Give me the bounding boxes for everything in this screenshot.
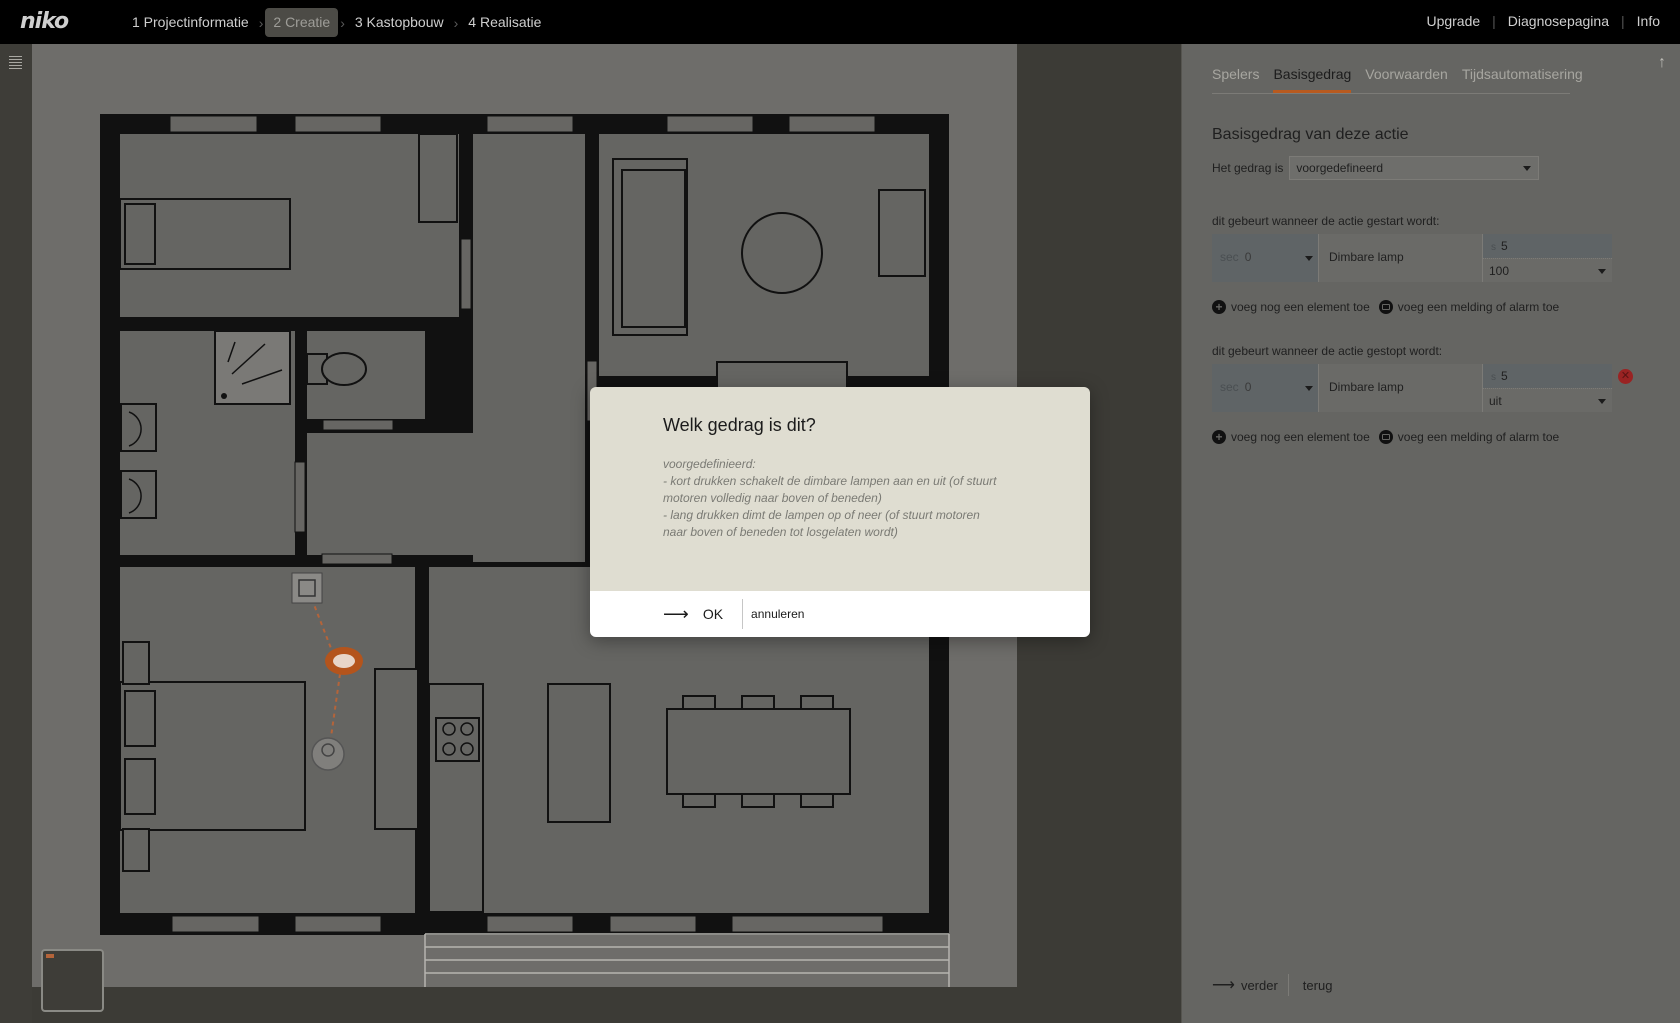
niko-logo[interactable]: niko (20, 9, 69, 34)
panel-footer-nav: ⟶ verder terug (1212, 974, 1332, 996)
stop-fade-input[interactable]: s5 (1483, 364, 1612, 388)
stop-delay-select[interactable]: sec 0 (1212, 364, 1318, 412)
chevron-right-icon: › (258, 14, 264, 31)
level-value: 100 (1489, 264, 1510, 278)
wizard-steps: 1 Projectinformatie › 2 Creatie › 3 Kast… (124, 8, 549, 37)
start-delay-select[interactable]: sec 0 (1212, 234, 1318, 282)
top-bar: niko 1 Projectinformatie › 2 Creatie › 3… (0, 0, 1680, 44)
step-projectinformatie[interactable]: 1 Projectinformatie (124, 8, 257, 37)
modal-title: Welk gedrag is dit? (663, 415, 816, 435)
s-unit: s (1491, 372, 1496, 383)
start-level-select[interactable]: 100 (1483, 258, 1612, 282)
add-element-link[interactable]: voeg nog een element toe (1231, 300, 1370, 314)
gedrag-label: Het gedrag is (1212, 161, 1284, 175)
caret-down-icon (1523, 166, 1532, 171)
left-toolbar (0, 44, 32, 1023)
tab-spelers[interactable]: Spelers (1212, 66, 1259, 93)
caret-down-icon (1598, 269, 1606, 274)
arrow-right-icon: ⟶ (663, 603, 689, 624)
upgrade-link[interactable]: Upgrade (1426, 13, 1480, 29)
behavior-info-modal: Welk gedrag is dit? voorgedefinieerd: - … (590, 387, 1090, 637)
minimap-thumbnail[interactable] (41, 949, 104, 1012)
modal-description: voorgedefinieerd: - kort drukken schakel… (663, 456, 1003, 541)
next-button[interactable]: verder (1241, 978, 1278, 993)
back-button[interactable]: terug (1303, 978, 1333, 993)
sec-unit: sec (1220, 250, 1239, 264)
start-values: s5 100 (1482, 234, 1612, 282)
plus-circle-icon[interactable]: + (1212, 300, 1226, 314)
gedrag-row: Het gedrag is voorgedefineerd (1212, 156, 1540, 180)
diagnosepagina-link[interactable]: Diagnosepagina (1508, 13, 1609, 29)
divider: | (1621, 13, 1625, 29)
modal-footer: ⟶ OK annuleren (590, 591, 1090, 637)
divider (742, 599, 744, 629)
modal-body: Welk gedrag is dit? voorgedefinieerd: - … (590, 387, 1090, 591)
list-menu-icon[interactable] (9, 56, 22, 72)
stop-device[interactable]: Dimbare lamp (1318, 364, 1482, 412)
start-action-row: sec 0 Dimbare lamp s5 100 (1212, 234, 1612, 282)
s-unit: s (1491, 242, 1496, 253)
s-value: 5 (1501, 239, 1508, 253)
ok-button[interactable]: ⟶ OK (663, 604, 723, 625)
start-fade-input[interactable]: s5 (1483, 234, 1612, 258)
step-creatie[interactable]: 2 Creatie (265, 8, 339, 37)
tab-tijdsautomatisering[interactable]: Tijdsautomatisering (1462, 66, 1583, 93)
ok-label: OK (702, 606, 724, 622)
gedrag-select[interactable]: voorgedefineerd (1289, 156, 1540, 180)
s-value: 5 (1501, 369, 1508, 383)
stop-level-select[interactable]: uit (1483, 388, 1612, 412)
start-device[interactable]: Dimbare lamp (1318, 234, 1482, 282)
top-links: Upgrade | Diagnosepagina | Info (1426, 13, 1660, 29)
modal-line: - lang drukken dimt de lampen op of neer… (663, 508, 980, 539)
panel-tabs: Spelers Basisgedrag Voorwaarden Tijdsaut… (1212, 66, 1583, 94)
divider (1287, 974, 1289, 996)
close-circle-icon[interactable]: ✕ (1618, 369, 1633, 384)
plus-circle-icon[interactable]: + (1212, 430, 1226, 444)
start-label: dit gebeurt wanneer de actie gestart wor… (1212, 214, 1440, 228)
sec-value: 0 (1244, 380, 1252, 394)
add-alarm-link[interactable]: voeg een melding of alarm toe (1398, 300, 1559, 314)
step-realisatie[interactable]: 4 Realisatie (460, 8, 549, 37)
arrow-right-icon: ⟶ (1212, 977, 1235, 994)
step-kastopbouw[interactable]: 3 Kastopbouw (347, 8, 452, 37)
stop-values: s5 uit (1482, 364, 1612, 412)
stop-label: dit gebeurt wanneer de actie gestopt wor… (1212, 344, 1443, 358)
chevron-right-icon: › (340, 14, 345, 31)
sec-value: 0 (1244, 250, 1252, 264)
alarm-icon[interactable] (1378, 430, 1393, 444)
divider: | (1492, 13, 1496, 29)
add-element-link[interactable]: voeg nog een element toe (1231, 430, 1370, 444)
modal-line: voorgedefinieerd: (663, 457, 756, 471)
level-value: uit (1489, 394, 1502, 408)
cancel-button[interactable]: annuleren (751, 607, 804, 621)
stop-links: + voeg nog een element toe voeg een meld… (1212, 430, 1559, 444)
sec-unit: sec (1220, 380, 1239, 394)
caret-down-icon (1305, 386, 1313, 391)
arrow-up-icon[interactable]: ↑ (1658, 54, 1666, 72)
chevron-right-icon: › (453, 14, 459, 31)
modal-line: - kort drukken schakelt de dimbare lampe… (663, 474, 997, 505)
alarm-icon[interactable] (1378, 300, 1393, 314)
tab-basisgedrag[interactable]: Basisgedrag (1273, 66, 1352, 93)
gedrag-value: voorgedefineerd (1296, 161, 1384, 175)
start-links: + voeg nog een element toe voeg een meld… (1212, 300, 1559, 314)
section-title: Basisgedrag van deze actie (1212, 126, 1409, 143)
add-alarm-link[interactable]: voeg een melding of alarm toe (1398, 430, 1559, 444)
caret-down-icon (1305, 256, 1313, 261)
caret-down-icon (1598, 399, 1606, 404)
tab-voorwaarden[interactable]: Voorwaarden (1365, 66, 1448, 93)
info-link[interactable]: Info (1637, 13, 1660, 29)
stop-action-row: sec 0 Dimbare lamp s5 uit (1212, 364, 1612, 412)
properties-panel: ↑ Spelers Basisgedrag Voorwaarden Tijdsa… (1181, 44, 1680, 1023)
